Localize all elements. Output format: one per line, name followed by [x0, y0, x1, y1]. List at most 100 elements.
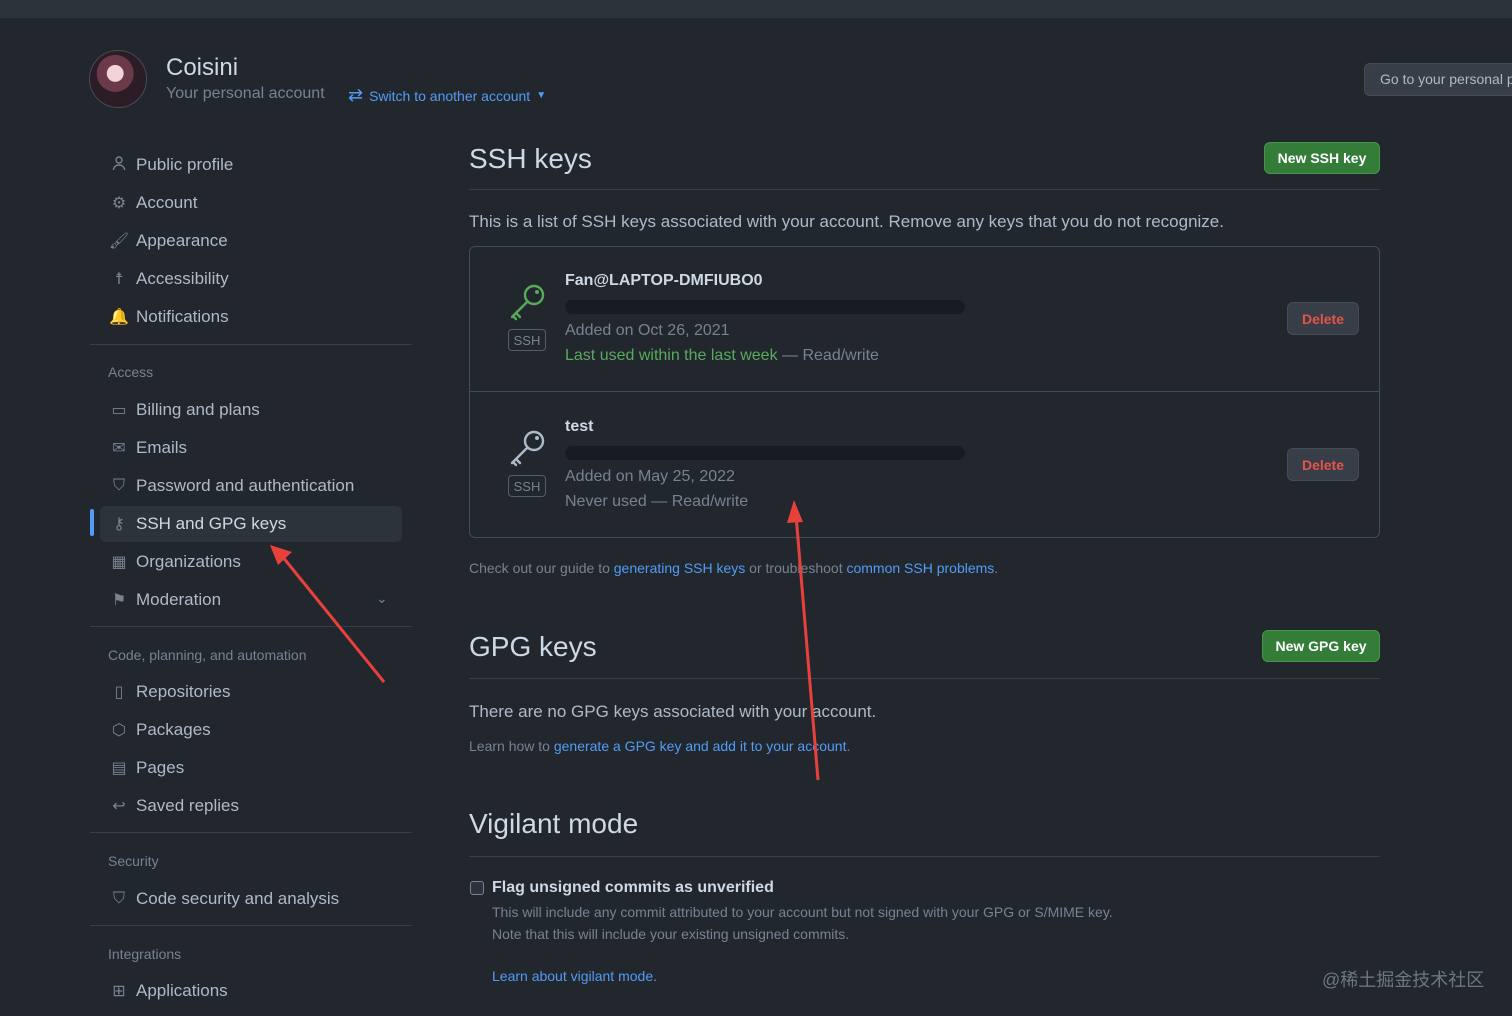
new-ssh-key-button[interactable]: New SSH key: [1264, 142, 1380, 174]
sidebar-item-ssh-gpg-keys[interactable]: ⚷ SSH and GPG keys: [100, 506, 402, 542]
key-added-date: Added on May 25, 2022: [565, 468, 735, 485]
sidebar-item-pages[interactable]: ▤ Pages: [100, 750, 402, 786]
sidebar-item-label: Saved replies: [136, 796, 240, 815]
sidebar-divider: [90, 344, 412, 345]
vigilant-help-2: Note that this will include your existin…: [492, 926, 850, 942]
vigilant-help-1: This will include any commit attributed …: [492, 904, 1113, 920]
sidebar-item-label: Appearance: [136, 231, 228, 250]
sidebar-item-label: Password and authentication: [136, 476, 355, 495]
sidebar-item-repositories[interactable]: ▯ Repositories: [100, 674, 402, 710]
chevron-down-icon[interactable]: ⌄: [376, 590, 388, 607]
ssh-keys-title: SSH keys: [469, 143, 592, 174]
bell-icon: 🔔: [109, 309, 129, 326]
sidebar-item-label: Billing and plans: [136, 400, 260, 419]
key-row-divider: [470, 391, 1379, 392]
gpg-keys-title: GPG keys: [469, 631, 597, 662]
top-bar: [0, 0, 1512, 18]
sidebar-heading-code: Code, planning, and automation: [108, 647, 307, 663]
username: Coisini: [166, 54, 239, 81]
go-to-profile-button[interactable]: Go to your personal profile: [1364, 63, 1512, 96]
active-indicator: [90, 509, 94, 536]
guide-text: or troubleshoot: [745, 560, 847, 576]
browser-icon: ▤: [111, 760, 127, 777]
accessibility-icon: ☨: [114, 271, 124, 288]
sidebar-item-moderation[interactable]: ⚑ Moderation: [100, 582, 402, 618]
learn-vigilant-link[interactable]: Learn about vigilant mode.: [492, 968, 657, 984]
sidebar-item-label: Accessibility: [136, 269, 229, 288]
shield-lock-icon: ⛉: [112, 477, 125, 494]
learn-text: Learn how to: [469, 738, 554, 754]
sidebar-item-label: Packages: [136, 720, 211, 739]
key-access: — Read/write: [651, 493, 749, 510]
switch-account-label: Switch to another account: [369, 87, 531, 104]
sidebar-item-billing[interactable]: ▭ Billing and plans: [100, 392, 402, 428]
arrow-switch-icon: ⇄: [348, 85, 364, 105]
report-icon: ⚑: [111, 592, 127, 609]
sidebar-item-label: Moderation: [136, 590, 222, 609]
sidebar-heading-integrations: Integrations: [108, 946, 182, 962]
key-access: — Read/write: [782, 347, 879, 364]
key-icon: [507, 281, 549, 332]
sidebar-item-organizations[interactable]: ▦ Organizations: [100, 544, 402, 580]
section-divider: [469, 189, 1380, 190]
sidebar-item-appearance[interactable]: 🖌 Appearance: [100, 223, 402, 259]
watermark: @稀土掘金技术社区: [1322, 970, 1485, 990]
guide-text: Check out our guide to: [469, 560, 614, 576]
key-title: test: [565, 418, 594, 435]
key-usage: Never used — Read/write: [565, 493, 748, 511]
new-gpg-key-button[interactable]: New GPG key: [1262, 630, 1380, 662]
sidebar-item-label: Account: [136, 193, 198, 212]
sidebar-divider: [90, 832, 412, 833]
key-icon: [507, 427, 549, 478]
apps-icon: ⊞: [112, 983, 126, 1000]
key-usage: Last used within the last week — Read/wr…: [565, 347, 879, 365]
key-fingerprint-redacted: [565, 446, 965, 460]
sidebar-item-label: Public profile: [136, 155, 234, 174]
sidebar-item-accessibility[interactable]: ☨ Accessibility: [100, 261, 402, 297]
sidebar-divider: [90, 626, 412, 627]
account-subtitle: Your personal account: [166, 85, 325, 102]
common-ssh-problems-link[interactable]: common SSH problems: [846, 560, 994, 576]
delete-key-button[interactable]: Delete: [1287, 448, 1359, 481]
package-icon: ⬡: [112, 722, 126, 739]
ssh-description: This is a list of SSH keys associated wi…: [469, 212, 1224, 231]
caret-down-icon: ▼: [536, 90, 547, 101]
sidebar-heading-security: Security: [108, 853, 159, 869]
guide-text: .: [994, 560, 999, 576]
repo-icon: ▯: [114, 684, 124, 701]
switch-account-link[interactable]: ⇄ Switch to another account ▼: [348, 85, 546, 106]
sidebar-item-label: SSH and GPG keys: [136, 514, 287, 533]
generating-ssh-keys-link[interactable]: generating SSH keys: [614, 560, 746, 576]
shield-icon: ⛉: [112, 890, 125, 907]
generate-gpg-key-link[interactable]: generate a GPG key and add it to your ac…: [554, 738, 847, 754]
gear-icon: ⚙: [111, 195, 127, 212]
key-title: Fan@LAPTOP-DMFIUBO0: [565, 272, 763, 289]
avatar[interactable]: [89, 50, 147, 108]
key-fingerprint-redacted: [565, 300, 965, 314]
mail-icon: ✉: [112, 440, 126, 457]
sidebar-item-saved-replies[interactable]: ↩ Saved replies: [100, 788, 402, 824]
delete-key-button[interactable]: Delete: [1287, 302, 1359, 335]
sidebar-item-applications[interactable]: ⊞ Applications: [100, 973, 402, 1009]
sidebar-item-code-security[interactable]: ⛉ Code security and analysis: [100, 881, 402, 917]
ssh-badge: SSH: [508, 329, 546, 351]
sidebar-item-password[interactable]: ⛉ Password and authentication: [100, 468, 402, 504]
sidebar-item-account[interactable]: ⚙ Account: [100, 185, 402, 221]
key-icon: ⚷: [113, 516, 125, 533]
person-icon: [100, 155, 136, 176]
ssh-badge: SSH: [508, 475, 546, 497]
vigilant-mode-title: Vigilant mode: [469, 808, 639, 839]
flag-unsigned-checkbox[interactable]: [470, 881, 484, 895]
sidebar-item-packages[interactable]: ⬡ Packages: [100, 712, 402, 748]
sidebar-item-notifications[interactable]: 🔔 Notifications: [100, 299, 402, 335]
reply-icon: ↩: [112, 798, 126, 815]
flag-unsigned-label[interactable]: Flag unsigned commits as unverified: [492, 879, 774, 897]
sidebar-item-emails[interactable]: ✉ Emails: [100, 430, 402, 466]
sidebar-item-label: Repositories: [136, 682, 231, 701]
sidebar-heading-access: Access: [108, 364, 154, 380]
sidebar-item-label: Code security and analysis: [136, 889, 340, 908]
sidebar-item-label: Applications: [136, 981, 228, 1000]
ssh-guide-note: Check out our guide to generating SSH ke…: [469, 560, 998, 576]
sidebar-item-public-profile[interactable]: Public profile: [100, 147, 402, 183]
gpg-learn-note: Learn how to generate a GPG key and add …: [469, 738, 850, 754]
